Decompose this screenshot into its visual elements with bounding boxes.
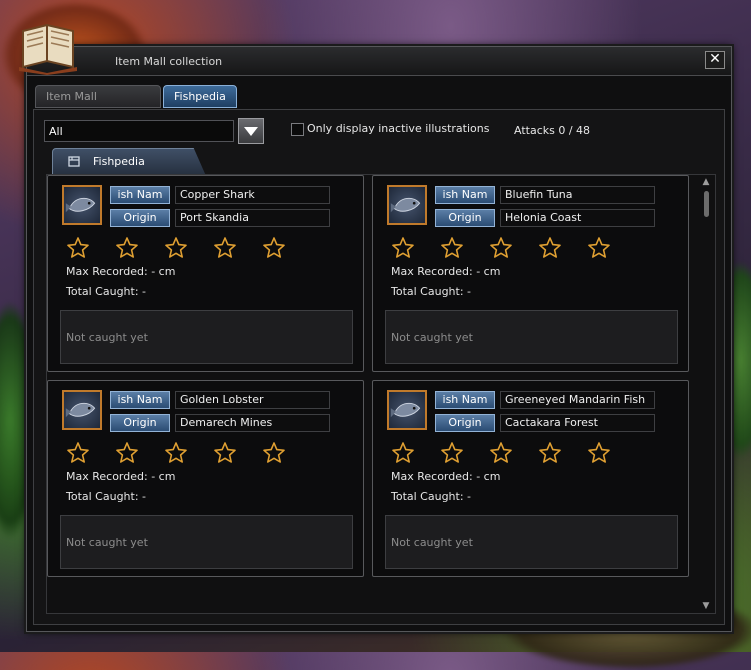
status-text: Not caught yet — [391, 331, 473, 344]
origin-value: Helonia Coast — [500, 209, 655, 227]
max-recorded: Max Recorded: - cm — [391, 265, 501, 278]
max-recorded: Max Recorded: - cm — [66, 470, 176, 483]
collection-window: Item Mall collection ✕ Item Mall collect… — [19, 23, 732, 632]
max-recorded: Max Recorded: - cm — [66, 265, 176, 278]
origin-button[interactable]: Origin — [110, 414, 170, 432]
star-icon — [490, 237, 512, 258]
star-icon — [441, 237, 463, 258]
origin-button[interactable]: Origin — [435, 414, 495, 432]
box-icon — [68, 156, 80, 167]
status-text: Not caught yet — [66, 331, 148, 344]
chevron-down-icon — [244, 127, 258, 136]
star-icon — [392, 237, 414, 258]
star-icon — [67, 442, 89, 463]
star-rating — [391, 441, 631, 465]
star-icon — [392, 442, 414, 463]
total-caught: Total Caught: - — [66, 490, 147, 503]
fish-card: ish Nam Golden Lobster Origin Demarech M… — [47, 380, 364, 577]
star-icon — [490, 442, 512, 463]
fish-icon[interactable] — [62, 390, 102, 430]
fish-icon[interactable] — [62, 185, 102, 225]
origin-button[interactable]: Origin — [110, 209, 170, 227]
title-bar[interactable]: Item Mall collection ✕ — [27, 47, 731, 76]
star-icon — [539, 237, 561, 258]
fish-name-value: Golden Lobster — [175, 391, 330, 409]
status-text: Not caught yet — [391, 536, 473, 549]
status-box: Not caught yet — [385, 310, 678, 364]
fish-name-value: Greeneyed Mandarin Fish — [500, 391, 655, 409]
star-icon — [165, 442, 187, 463]
fish-name-button[interactable]: ish Nam — [435, 186, 495, 204]
star-rating — [391, 236, 631, 260]
star-icon — [214, 442, 236, 463]
star-icon — [214, 237, 236, 258]
star-icon — [67, 237, 89, 258]
max-recorded: Max Recorded: - cm — [391, 470, 501, 483]
fish-name-value: Bluefin Tuna — [500, 186, 655, 204]
fish-name-value: Copper Shark — [175, 186, 330, 204]
star-icon — [441, 442, 463, 463]
dropdown-button[interactable] — [238, 118, 264, 144]
tab-fishpedia[interactable]: Fishpedia — [163, 85, 237, 108]
fish-list: ish Nam Copper Shark Origin Port Skandia… — [46, 174, 716, 614]
star-icon — [588, 237, 610, 258]
origin-value: Cactakara Forest — [500, 414, 655, 432]
tab-item-mall-collection[interactable]: Item Mall collection — [35, 85, 161, 124]
fish-name-button[interactable]: ish Nam — [110, 391, 170, 409]
scroll-down-arrow[interactable]: ▼ — [701, 601, 711, 611]
total-caught: Total Caught: - — [391, 490, 472, 503]
fish-icon[interactable] — [387, 185, 427, 225]
window-title: Item Mall collection — [115, 55, 223, 68]
star-rating — [66, 236, 306, 260]
origin-value: Demarech Mines — [175, 414, 330, 432]
fish-card: ish Nam Greeneyed Mandarin Fish Origin C… — [372, 380, 689, 577]
star-icon — [116, 237, 138, 258]
status-box: Not caught yet — [385, 515, 678, 569]
star-rating — [66, 441, 306, 465]
section-tab-fishpedia[interactable]: Fishpedia — [52, 148, 206, 176]
fish-name-button[interactable]: ish Nam — [110, 186, 170, 204]
star-icon — [165, 237, 187, 258]
star-icon — [263, 442, 285, 463]
inactive-only-checkbox[interactable] — [291, 123, 304, 136]
fish-icon[interactable] — [387, 390, 427, 430]
star-icon — [588, 442, 610, 463]
origin-button[interactable]: Origin — [435, 209, 495, 227]
fish-card: ish Nam Copper Shark Origin Port Skandia… — [47, 175, 364, 372]
filter-select[interactable]: All — [44, 120, 234, 142]
total-caught: Total Caught: - — [391, 285, 472, 298]
star-icon — [116, 442, 138, 463]
scroll-up-arrow[interactable]: ▲ — [701, 177, 711, 187]
status-text: Not caught yet — [66, 536, 148, 549]
book-icon — [19, 23, 77, 75]
star-icon — [263, 237, 285, 258]
fish-card: ish Nam Bluefin Tuna Origin Helonia Coas… — [372, 175, 689, 372]
star-icon — [539, 442, 561, 463]
scrollbar-thumb[interactable] — [704, 191, 709, 217]
status-box: Not caught yet — [60, 310, 353, 364]
close-button[interactable]: ✕ — [705, 51, 725, 69]
fishpedia-panel: All Only display inactive illustrations … — [33, 109, 725, 625]
section-tab-label: Fishpedia — [93, 155, 145, 168]
checkbox-label: Only display inactive illustrations — [307, 122, 490, 135]
status-box: Not caught yet — [60, 515, 353, 569]
total-caught: Total Caught: - — [66, 285, 147, 298]
origin-value: Port Skandia — [175, 209, 330, 227]
attacks-counter: Attacks 0 / 48 — [514, 124, 591, 137]
fish-name-button[interactable]: ish Nam — [435, 391, 495, 409]
